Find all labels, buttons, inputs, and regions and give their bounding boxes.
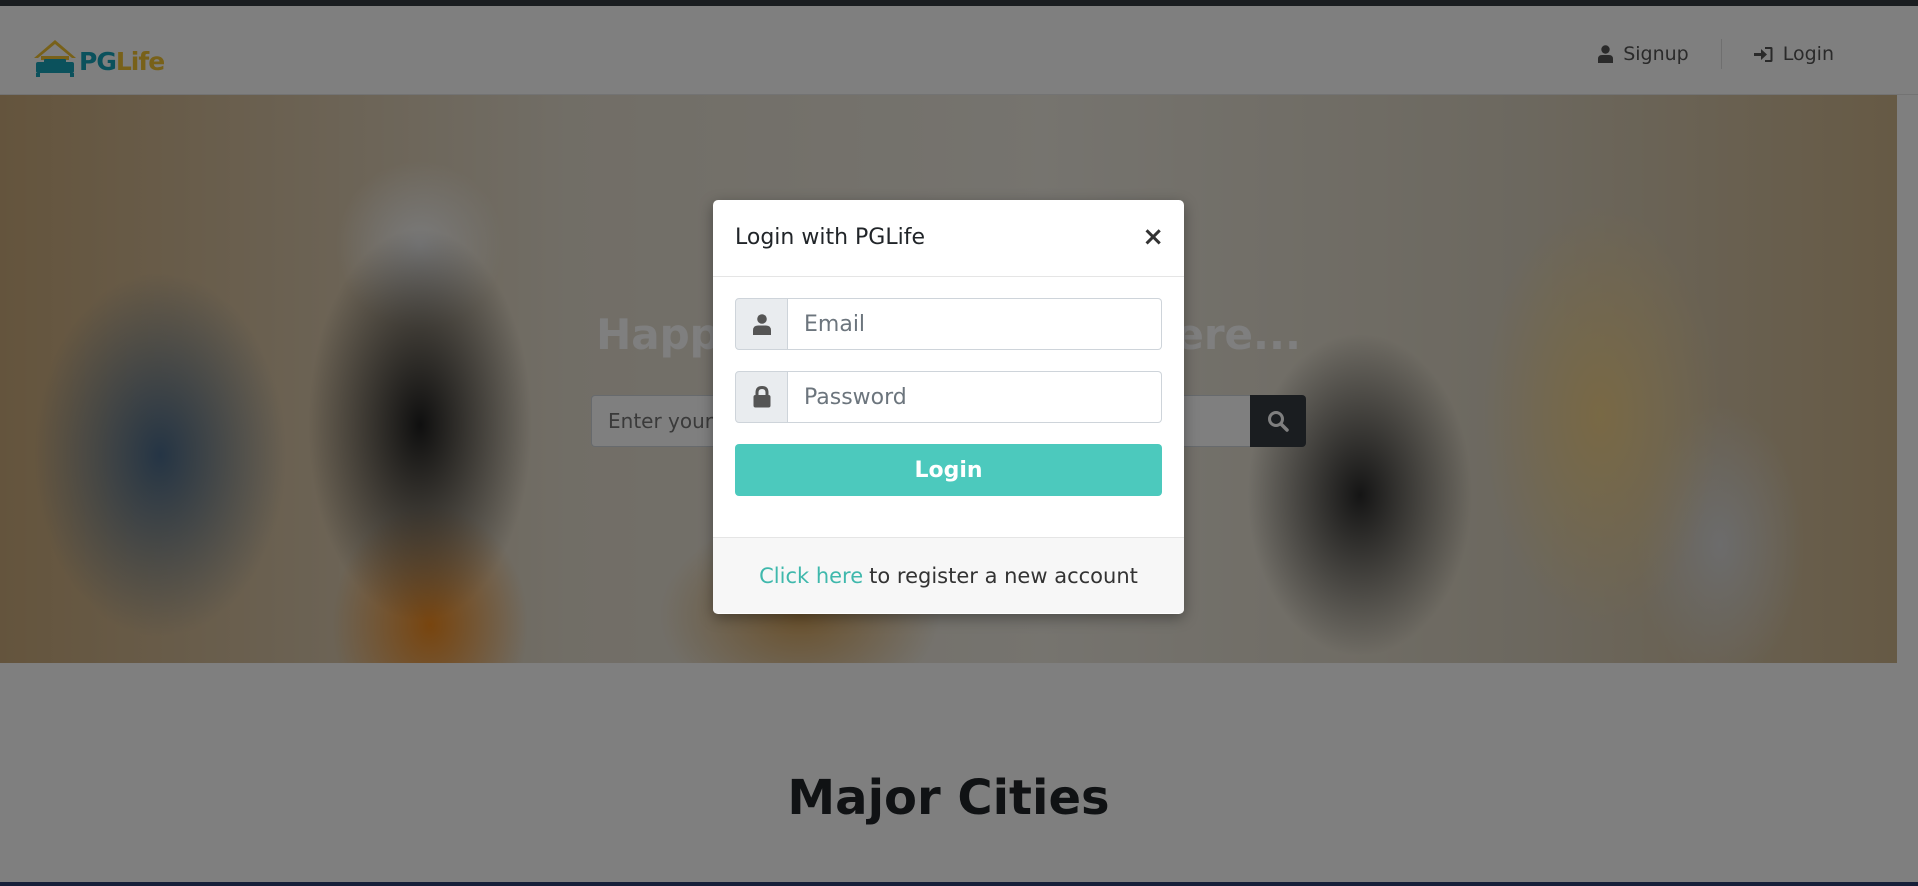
password-addon: [735, 371, 788, 423]
lock-icon: [753, 386, 770, 408]
register-link[interactable]: Click here: [759, 564, 863, 588]
password-group: [735, 371, 1162, 423]
register-text: to register a new account: [869, 563, 1138, 588]
password-field[interactable]: [788, 371, 1162, 423]
login-modal: Login with PGLife × Login Click here to …: [713, 200, 1184, 614]
modal-title: Login with PGLife: [735, 225, 925, 250]
modal-footer: Click here to register a new account: [713, 537, 1184, 613]
email-group: [735, 298, 1162, 350]
close-button[interactable]: ×: [1142, 224, 1164, 250]
login-button[interactable]: Login: [735, 444, 1162, 496]
modal-header: Login with PGLife ×: [713, 200, 1184, 277]
email-field[interactable]: [788, 298, 1162, 350]
user-icon: [752, 313, 771, 335]
email-addon: [735, 298, 788, 350]
modal-body: Login: [713, 277, 1184, 537]
